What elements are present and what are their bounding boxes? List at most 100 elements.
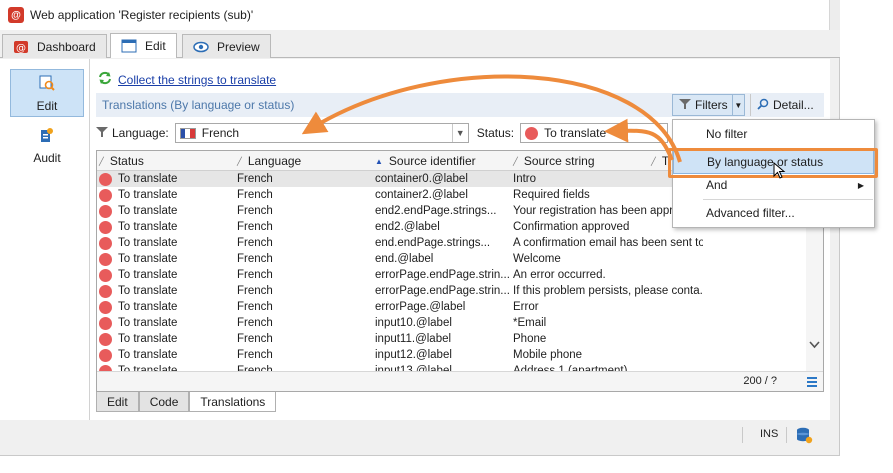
status-cell: To translate xyxy=(99,187,233,203)
content-area: Collect the strings to translate Transla… xyxy=(90,59,830,420)
bottom-tab-code[interactable]: Code xyxy=(138,392,190,412)
table-row[interactable]: To translate French input12.@label Mobile p… xyxy=(97,347,823,363)
table-row[interactable]: To translate French end.@label Welcome xyxy=(97,251,823,267)
tab-edit[interactable]: Edit xyxy=(110,33,177,58)
status-cell: To translate xyxy=(99,251,233,267)
funnel-icon xyxy=(679,98,691,113)
collect-strings-row: Collect the strings to translate xyxy=(98,71,276,88)
app-logo-icon: @ xyxy=(8,7,24,23)
status-cell: To translate xyxy=(99,235,233,251)
status-select[interactable]: To translate xyxy=(520,123,669,143)
chevron-down-icon[interactable]: ▼ xyxy=(451,124,468,142)
source-string-cell: An error occurred. xyxy=(513,269,606,281)
source-identifier-cell: end2.@label xyxy=(375,221,440,233)
main-tab-bar: @ Dashboard Edit Preview xyxy=(0,30,840,58)
status-value: To translate xyxy=(544,126,607,140)
dashboard-icon: @ xyxy=(13,40,29,54)
source-string-cell: A confirmation email has been sent to... xyxy=(513,237,703,249)
status-cell: To translate xyxy=(99,203,233,219)
column-header-translation[interactable]: ╱ T xyxy=(651,151,669,171)
tab-dashboard[interactable]: @ Dashboard xyxy=(2,34,107,58)
bottom-tab-edit[interactable]: Edit xyxy=(96,392,139,412)
menu-item-no-filter[interactable]: No filter xyxy=(673,122,874,146)
source-identifier-cell: errorPage.endPage.strin... xyxy=(375,285,509,297)
language-cell: French xyxy=(237,285,273,297)
funnel-icon xyxy=(96,126,108,141)
language-cell: French xyxy=(237,189,273,201)
status-cell: To translate xyxy=(99,315,233,331)
grid-menu-icon[interactable] xyxy=(807,377,817,387)
status-dot-icon xyxy=(99,172,112,186)
svg-text:@: @ xyxy=(16,43,26,54)
language-cell: French xyxy=(237,301,273,313)
magnifier-icon xyxy=(757,98,769,113)
database-icon xyxy=(795,426,813,447)
language-filter-label: Language: xyxy=(96,126,169,141)
window-scrollbar[interactable] xyxy=(829,0,840,30)
source-identifier-cell: container0.@label xyxy=(375,173,468,185)
magnifier-edit-icon xyxy=(38,74,56,95)
left-nav-panel: Edit Audit xyxy=(0,59,90,420)
source-identifier-cell: errorPage.@label xyxy=(375,301,466,313)
source-identifier-cell: input10.@label xyxy=(375,317,452,329)
collect-strings-link[interactable]: Collect the strings to translate xyxy=(118,73,276,87)
sidebar-item-edit[interactable]: Edit xyxy=(10,69,84,117)
eye-icon xyxy=(193,40,209,54)
menu-item-advanced-filter[interactable]: Advanced filter... xyxy=(673,201,874,225)
edit-form-icon xyxy=(121,39,137,53)
language-cell: French xyxy=(237,349,273,361)
status-dot-icon xyxy=(99,188,112,202)
application-window: @ Web application 'Register recipients (… xyxy=(0,0,840,456)
language-cell: French xyxy=(237,221,273,233)
status-dot-icon xyxy=(525,126,539,140)
insert-mode-indicator: INS xyxy=(760,428,779,440)
language-cell: French xyxy=(237,237,273,249)
scroll-down-icon xyxy=(809,341,820,349)
window-title: Web application 'Register recipients (su… xyxy=(30,8,254,22)
detail-button[interactable]: Detail... xyxy=(750,94,820,116)
table-row[interactable]: To translate French errorPage.endPage.stri… xyxy=(97,267,823,283)
refresh-icon xyxy=(98,71,112,88)
status-dot-icon xyxy=(99,316,112,330)
source-identifier-cell: container2.@label xyxy=(375,189,468,201)
filters-label: Filters xyxy=(695,98,728,112)
column-header-source-string[interactable]: ╱ Source string xyxy=(513,151,595,171)
status-dot-icon xyxy=(99,284,112,298)
filters-dropdown-arrow[interactable]: ▼ xyxy=(731,95,744,115)
tab-preview[interactable]: Preview xyxy=(182,34,271,58)
language-value: French xyxy=(201,126,240,140)
grid-footer: 200 / ? xyxy=(97,371,823,391)
status-dot-icon xyxy=(99,348,112,362)
bottom-tab-bar: Edit Code Translations xyxy=(96,392,277,412)
status-dot-icon xyxy=(99,220,112,234)
status-cell: To translate xyxy=(99,219,233,235)
language-select[interactable]: French ▼ xyxy=(174,123,469,143)
column-header-language[interactable]: ╱ Language xyxy=(237,151,301,171)
column-header-status[interactable]: ╱ Status xyxy=(99,151,144,171)
filters-button[interactable]: Filters ▼ xyxy=(672,94,745,116)
title-bar: @ Web application 'Register recipients (… xyxy=(0,0,840,30)
source-identifier-cell: input12.@label xyxy=(375,349,452,361)
table-row[interactable]: To translate French input10.@label *Email xyxy=(97,315,823,331)
table-row[interactable]: To translate French end.endPage.strings...… xyxy=(97,235,823,251)
language-cell: French xyxy=(237,269,273,281)
status-dot-icon xyxy=(99,268,112,282)
sidebar-item-label: Audit xyxy=(33,150,61,165)
bottom-tab-translations[interactable]: Translations xyxy=(189,392,277,412)
column-header-source-identifier[interactable]: ▲ Source identifier xyxy=(375,151,476,171)
language-cell: French xyxy=(237,173,273,185)
language-cell: French xyxy=(237,333,273,345)
tab-label: Dashboard xyxy=(37,39,96,54)
source-string-cell: Phone xyxy=(513,333,547,345)
status-cell: To translate xyxy=(99,171,233,187)
table-row[interactable]: To translate French errorPage.@label Error xyxy=(97,299,823,315)
status-cell: To translate xyxy=(99,283,233,299)
language-cell: French xyxy=(237,205,273,217)
table-row[interactable]: To translate French input11.@label Phone xyxy=(97,331,823,347)
sidebar-item-audit[interactable]: Audit xyxy=(10,121,84,169)
tab-label: Preview xyxy=(217,39,260,54)
status-dot-icon xyxy=(99,236,112,250)
source-string-cell: *Email xyxy=(513,317,547,329)
table-row[interactable]: To translate French errorPage.endPage.stri… xyxy=(97,283,823,299)
source-identifier-cell: end.endPage.strings... xyxy=(375,237,491,249)
